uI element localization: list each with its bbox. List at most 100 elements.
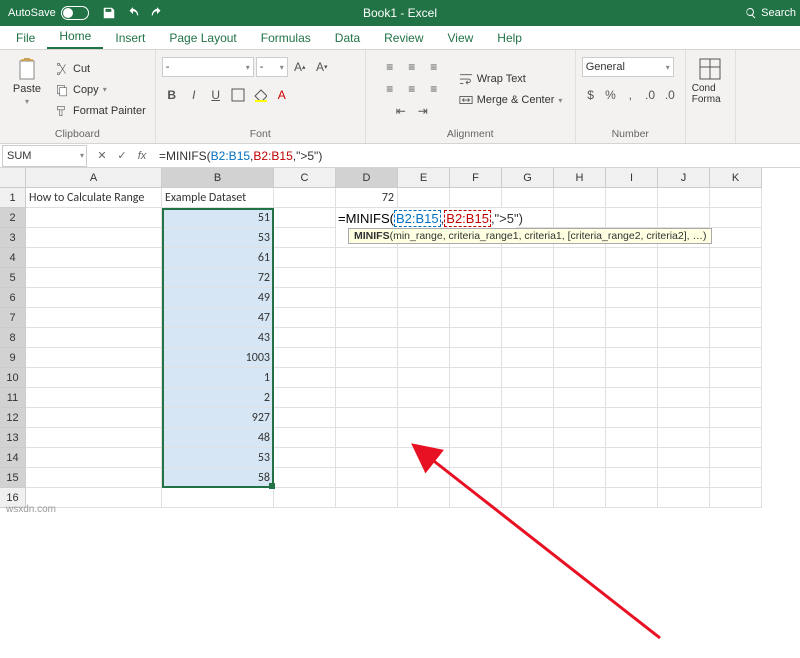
cell-J8[interactable] xyxy=(658,328,710,348)
cell-K2[interactable] xyxy=(710,208,762,228)
cell-E15[interactable] xyxy=(398,468,450,488)
increase-indent-button[interactable]: ⇥ xyxy=(413,101,433,121)
row-header-14[interactable]: 14 xyxy=(0,448,26,468)
cell-C13[interactable] xyxy=(274,428,336,448)
cell-K5[interactable] xyxy=(710,268,762,288)
cell-G14[interactable] xyxy=(502,448,554,468)
cell-G7[interactable] xyxy=(502,308,554,328)
cell-C15[interactable] xyxy=(274,468,336,488)
cell-C6[interactable] xyxy=(274,288,336,308)
cell-A11[interactable] xyxy=(26,388,162,408)
cell-K8[interactable] xyxy=(710,328,762,348)
cell-H1[interactable] xyxy=(554,188,606,208)
align-bottom-button[interactable]: ≡ xyxy=(424,57,444,77)
tab-data[interactable]: Data xyxy=(323,26,372,49)
align-left-button[interactable]: ≡ xyxy=(380,79,400,99)
cell-A13[interactable] xyxy=(26,428,162,448)
row-header-5[interactable]: 5 xyxy=(0,268,26,288)
cell-E16[interactable] xyxy=(398,488,450,508)
grid[interactable]: ABCDEFGHIJK 1How to Calculate RangeExamp… xyxy=(0,168,800,508)
row-header-10[interactable]: 10 xyxy=(0,368,26,388)
font-size-select[interactable]: -▾ xyxy=(256,57,288,77)
cell-I9[interactable] xyxy=(606,348,658,368)
save-button[interactable] xyxy=(98,3,120,23)
cell-I13[interactable] xyxy=(606,428,658,448)
cell-I14[interactable] xyxy=(606,448,658,468)
cell-C9[interactable] xyxy=(274,348,336,368)
cell-J15[interactable] xyxy=(658,468,710,488)
cell-K15[interactable] xyxy=(710,468,762,488)
decrease-font-button[interactable]: A▾ xyxy=(312,57,332,77)
cell-C10[interactable] xyxy=(274,368,336,388)
wrap-text-button[interactable]: Wrap Text xyxy=(456,69,566,89)
cell-K9[interactable] xyxy=(710,348,762,368)
increase-decimal-button[interactable]: .0 xyxy=(641,85,659,105)
row-header-15[interactable]: 15 xyxy=(0,468,26,488)
undo-button[interactable] xyxy=(122,3,144,23)
cell-G5[interactable] xyxy=(502,268,554,288)
cell-K4[interactable] xyxy=(710,248,762,268)
cell-B13[interactable]: 48 xyxy=(162,428,274,448)
cell-A4[interactable] xyxy=(26,248,162,268)
column-header-E[interactable]: E xyxy=(398,168,450,188)
cell-J14[interactable] xyxy=(658,448,710,468)
cell-B15[interactable]: 58 xyxy=(162,468,274,488)
cell-C5[interactable] xyxy=(274,268,336,288)
column-header-A[interactable]: A xyxy=(26,168,162,188)
cell-E14[interactable] xyxy=(398,448,450,468)
cell-B5[interactable]: 72 xyxy=(162,268,274,288)
tab-review[interactable]: Review xyxy=(372,26,435,49)
cell-B12[interactable]: 927 xyxy=(162,408,274,428)
format-painter-button[interactable]: Format Painter xyxy=(52,101,149,121)
cell-H16[interactable] xyxy=(554,488,606,508)
cell-J6[interactable] xyxy=(658,288,710,308)
cell-D15[interactable] xyxy=(336,468,398,488)
cell-H10[interactable] xyxy=(554,368,606,388)
cell-B4[interactable]: 61 xyxy=(162,248,274,268)
cell-J4[interactable] xyxy=(658,248,710,268)
tab-page-layout[interactable]: Page Layout xyxy=(157,26,248,49)
underline-button[interactable]: U xyxy=(206,85,226,105)
search-button[interactable]: Search xyxy=(745,7,796,19)
cell-K16[interactable] xyxy=(710,488,762,508)
cell-I12[interactable] xyxy=(606,408,658,428)
cell-D7[interactable] xyxy=(336,308,398,328)
tab-formulas[interactable]: Formulas xyxy=(249,26,323,49)
tab-help[interactable]: Help xyxy=(485,26,534,49)
row-header-8[interactable]: 8 xyxy=(0,328,26,348)
cell-F4[interactable] xyxy=(450,248,502,268)
cell-I7[interactable] xyxy=(606,308,658,328)
cell-G9[interactable] xyxy=(502,348,554,368)
fx-button[interactable]: fx xyxy=(133,147,151,165)
cell-H8[interactable] xyxy=(554,328,606,348)
align-top-button[interactable]: ≡ xyxy=(380,57,400,77)
cell-I2[interactable] xyxy=(606,208,658,228)
cell-B10[interactable]: 1 xyxy=(162,368,274,388)
cell-G16[interactable] xyxy=(502,488,554,508)
cell-I16[interactable] xyxy=(606,488,658,508)
cell-F8[interactable] xyxy=(450,328,502,348)
cell-J10[interactable] xyxy=(658,368,710,388)
decrease-indent-button[interactable]: ⇤ xyxy=(391,101,411,121)
row-header-11[interactable]: 11 xyxy=(0,388,26,408)
row-header-12[interactable]: 12 xyxy=(0,408,26,428)
cell-I10[interactable] xyxy=(606,368,658,388)
cell-G11[interactable] xyxy=(502,388,554,408)
cell-F10[interactable] xyxy=(450,368,502,388)
cell-G6[interactable] xyxy=(502,288,554,308)
cell-F7[interactable] xyxy=(450,308,502,328)
cell-B7[interactable]: 47 xyxy=(162,308,274,328)
align-right-button[interactable]: ≡ xyxy=(424,79,444,99)
cell-B11[interactable]: 2 xyxy=(162,388,274,408)
row-header-1[interactable]: 1 xyxy=(0,188,26,208)
italic-button[interactable]: I xyxy=(184,85,204,105)
cell-C2[interactable] xyxy=(274,208,336,228)
cell-E6[interactable] xyxy=(398,288,450,308)
cell-H9[interactable] xyxy=(554,348,606,368)
cell-D16[interactable] xyxy=(336,488,398,508)
column-header-D[interactable]: D xyxy=(336,168,398,188)
cell-H7[interactable] xyxy=(554,308,606,328)
row-header-6[interactable]: 6 xyxy=(0,288,26,308)
row-header-4[interactable]: 4 xyxy=(0,248,26,268)
column-header-G[interactable]: G xyxy=(502,168,554,188)
